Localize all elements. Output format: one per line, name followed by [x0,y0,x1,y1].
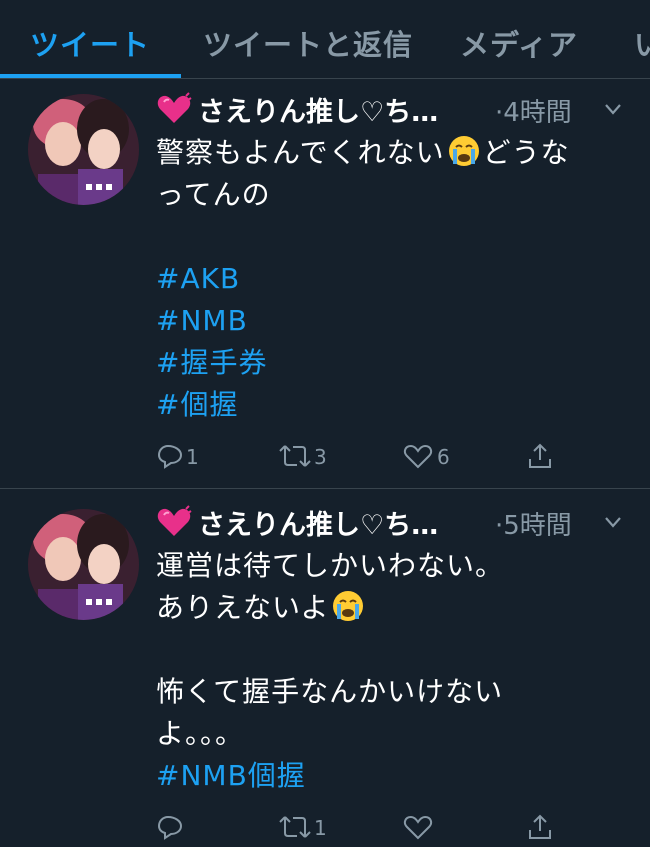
tweet-line: 怖くて握手なんかいけない [156,675,504,708]
tweet-line [156,216,626,258]
hashtag-link[interactable]: #握手券 [156,342,626,384]
share-icon [529,814,551,839]
hashtag-link[interactable]: #個握 [156,384,626,426]
avatar[interactable] [28,94,139,205]
retweet-icon [279,816,311,838]
avatar[interactable] [28,509,139,620]
tweet-line: ってんの [156,178,271,211]
tweet-actions: 1 3 6 [156,440,626,476]
hashtag-link[interactable]: #AKB [156,258,626,300]
chevron-down-icon[interactable] [604,515,622,529]
share-icon [529,443,551,468]
tweet-line [156,629,626,671]
author-name-text: さえりん推し♡ち… [198,510,439,541]
like-count: 6 [437,445,450,469]
hashtag-link[interactable]: #NMB [156,300,626,342]
tab-tweets[interactable]: ツイート [30,22,150,64]
tweet-header: さえりん推し♡ち… ·5時間 [156,503,636,543]
timestamp[interactable]: ·5時間 [495,505,572,542]
text-span: ありえないよ [156,591,330,624]
author-name-text: さえりん推し♡ち… [198,97,439,128]
tweet-header: さえりん推し♡ち… ·4時間 [156,90,636,130]
crying-face-icon [333,591,364,621]
tab-media[interactable]: メディア [460,22,578,64]
hashtag-link[interactable]: #NMB個握 [156,755,626,797]
tweet-line: ありえないよ [156,587,626,629]
reply-icon [157,815,183,840]
retweet-count: 1 [314,816,327,840]
tweet-line: よ。。。 [156,717,245,750]
tweet-text: 警察もよんでくれない どうな ってんの #AKB #NMB #握手券 #個握 [156,132,626,426]
retweet-count: 3 [314,445,327,469]
tweet-actions: 1 [156,811,626,847]
tweet-text: 運営は待てしかいわない。 ありえないよ 怖くて握手なんかいけない よ。。。 #N… [156,545,626,797]
profile-tabs: ツイート ツイートと返信 メディア い [0,0,650,79]
crying-face-icon [448,136,479,166]
reply-icon [157,444,183,469]
tweet-line: 運営は待てしかいわない。 [156,549,505,582]
reply-count: 1 [186,445,199,469]
text-span: 警察もよんでくれない [156,136,445,169]
timestamp[interactable]: ·4時間 [495,92,572,129]
heart-icon [157,505,192,536]
active-tab-indicator [0,74,181,78]
like-heart-icon [403,444,433,469]
tweet-divider [0,488,650,489]
tab-likes[interactable]: い [634,22,650,64]
like-heart-icon [403,815,433,840]
heart-icon [157,92,192,123]
tab-tweets-and-replies[interactable]: ツイートと返信 [203,22,413,64]
text-span: どうな [482,136,570,169]
chevron-down-icon[interactable] [604,102,622,116]
tweet-line: 警察もよんでくれない どうな [156,132,626,174]
retweet-icon [279,445,311,467]
